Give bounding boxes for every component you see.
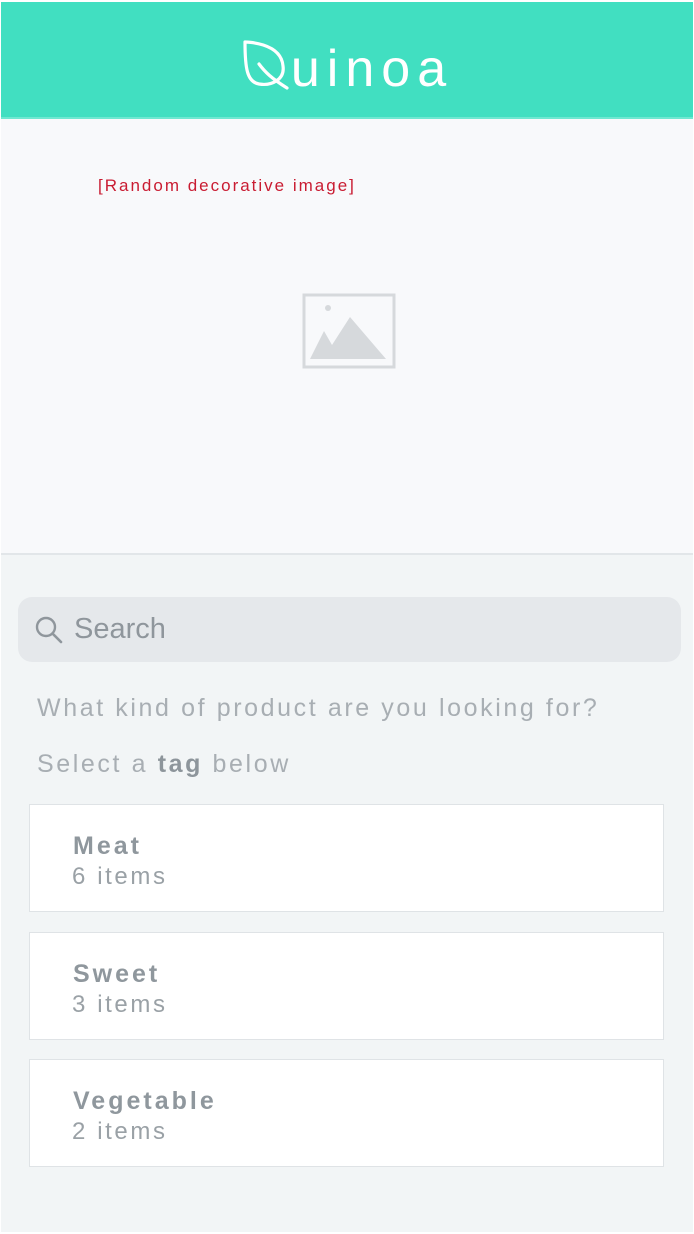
tag-name: Vegetable xyxy=(73,1087,217,1115)
tag-count: 2 items xyxy=(72,1118,168,1145)
hero-caption: [Random decorative image] xyxy=(98,176,356,195)
tag-count: 3 items xyxy=(72,991,168,1018)
hero-banner: [Random decorative image] xyxy=(1,119,693,555)
app-logo[interactable]: uinoa xyxy=(1,38,693,97)
prompt-select-bold: tag xyxy=(157,750,203,778)
app-screen: uinoa [Random decorative image] What kin… xyxy=(1,2,693,1232)
leaf-q-icon xyxy=(243,40,289,90)
search-bar[interactable] xyxy=(18,597,681,662)
prompt-select-suffix: below xyxy=(212,750,291,778)
search-icon xyxy=(35,616,63,643)
tag-name: Meat xyxy=(73,832,142,860)
prompt-question: What kind of product are you looking for… xyxy=(37,694,600,722)
tag-count: 6 items xyxy=(72,863,168,890)
tag-card-vegetable[interactable]: Vegetable 2 items xyxy=(29,1059,664,1167)
tag-card-meat[interactable]: Meat 6 items xyxy=(29,804,664,912)
search-input[interactable] xyxy=(74,613,634,646)
image-placeholder-icon xyxy=(302,293,396,369)
prompt-select-prefix: Select a xyxy=(37,750,149,778)
tag-name: Sweet xyxy=(73,960,161,988)
app-header: uinoa xyxy=(1,2,693,119)
prompt-select-tag: Select a tag below xyxy=(37,750,291,779)
tag-card-sweet[interactable]: Sweet 3 items xyxy=(29,932,664,1040)
logo-text: uinoa xyxy=(290,40,454,98)
